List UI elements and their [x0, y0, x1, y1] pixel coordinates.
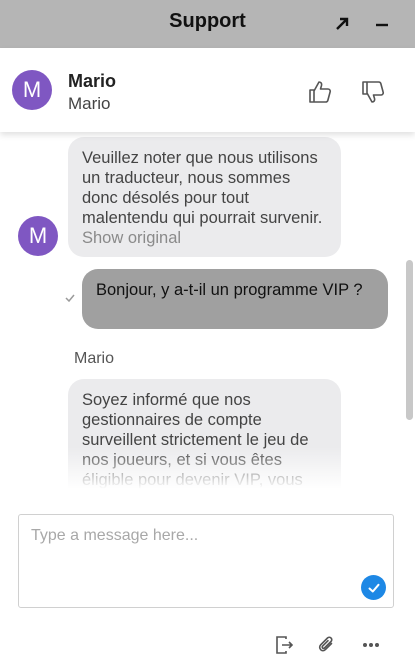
- paperclip-icon: [318, 636, 333, 652]
- show-original-link[interactable]: Show original: [82, 229, 181, 247]
- more-icon: [363, 643, 379, 647]
- message-text: Bonjour, y a-t-il un programme VIP ?: [96, 281, 363, 299]
- message-composer: [18, 514, 394, 608]
- agent-header: M Mario Mario: [0, 48, 415, 132]
- message-text: Soyez informé que nos gestionnaires de c…: [82, 391, 309, 489]
- agent-avatar: M: [12, 70, 52, 110]
- message-text: Veuillez noter que nous utilisons un tra…: [82, 149, 323, 227]
- message-sender: Mario: [74, 350, 115, 367]
- agent-message: Veuillez noter que nous utilisons un tra…: [68, 137, 341, 257]
- more-options-button[interactable]: [360, 634, 382, 656]
- message-input[interactable]: [31, 527, 361, 587]
- agent-subtitle: Mario: [68, 94, 111, 113]
- message-scrollbar[interactable]: [406, 260, 413, 420]
- thumbs-up-button[interactable]: [304, 76, 336, 108]
- check-icon: [368, 583, 379, 592]
- minimize-button[interactable]: [370, 12, 394, 36]
- thumbs-up-icon: [309, 81, 332, 103]
- agent-message: Soyez informé que nos gestionnaires de c…: [68, 379, 341, 489]
- agent-name: Mario: [68, 71, 117, 91]
- end-chat-button[interactable]: [273, 634, 295, 656]
- check-icon: [65, 294, 75, 303]
- expand-button[interactable]: [330, 12, 354, 36]
- thumbs-down-button[interactable]: [357, 76, 389, 108]
- user-message: Bonjour, y a-t-il un programme VIP ?: [82, 269, 388, 329]
- title-bar: Support: [0, 0, 415, 48]
- attach-file-button[interactable]: [316, 634, 338, 656]
- send-button[interactable]: [361, 575, 386, 600]
- message-list[interactable]: Veuillez noter que nous utilisons un tra…: [0, 132, 415, 489]
- minus-icon: [376, 23, 388, 27]
- agent-message-avatar: M: [18, 216, 58, 256]
- exit-chat-icon: [276, 636, 294, 654]
- thumbs-down-icon: [362, 81, 385, 103]
- arrow-up-right-icon: [336, 17, 349, 30]
